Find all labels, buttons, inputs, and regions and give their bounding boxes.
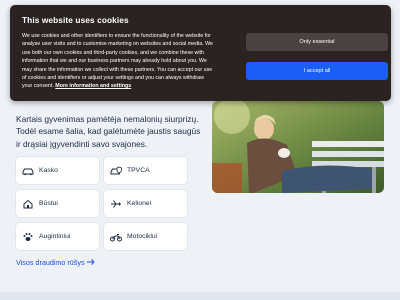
only-essential-button[interactable]: Only essential [246, 33, 388, 51]
cookie-banner-text: We use cookies and other identifiers to … [22, 33, 213, 90]
airplane-icon [110, 199, 122, 209]
intro-text: Kartais gyvenimas pamėtėja nemalonių siu… [16, 114, 201, 149]
insurance-card-augintiniui[interactable]: Augintiniui [16, 223, 99, 250]
cookie-banner: This website uses cookies We use cookies… [10, 5, 391, 101]
all-insurance-types-link[interactable]: Visos draudimo rūšys [16, 258, 95, 267]
insurance-card-kasko[interactable]: Kasko [16, 157, 99, 184]
section-divider [0, 292, 400, 300]
hero-image [212, 101, 384, 193]
insurance-card-motociklui[interactable]: Motociklui [104, 223, 187, 250]
motorcycle-icon [110, 232, 122, 242]
accept-all-button[interactable]: I accept all [246, 62, 388, 80]
car-icon [22, 166, 34, 176]
more-information-link[interactable]: More information and settings [55, 83, 131, 89]
cookie-banner-title: This website uses cookies [22, 15, 129, 25]
car-shield-icon [110, 166, 122, 176]
house-icon [22, 199, 34, 209]
arrow-right-icon [86, 258, 95, 267]
paw-icon [22, 232, 34, 242]
insurance-card-bustui[interactable]: Būstui [16, 190, 99, 217]
insurance-card-tpvca[interactable]: TPVCA [104, 157, 187, 184]
insurance-card-kelionei[interactable]: Kelionei [104, 190, 187, 217]
